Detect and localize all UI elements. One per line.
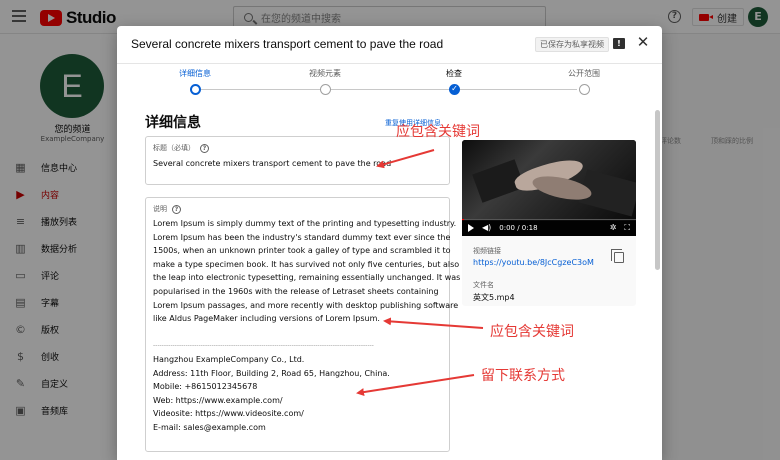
step-visibility-label[interactable]: 公开范围 bbox=[534, 68, 634, 79]
annotation-description-keywords: 应包含关键词 bbox=[490, 324, 574, 340]
description-line: like Aldus PageMaker including versions … bbox=[153, 314, 380, 324]
upload-stepper: 详细信息 视频元素 检查 公开范围 ✓ bbox=[117, 64, 662, 104]
filename-value: 英文5.mp4 bbox=[473, 293, 515, 302]
video-link-label: 视频链接 bbox=[473, 247, 501, 255]
video-frame bbox=[462, 140, 636, 220]
step-video-elements-dot[interactable] bbox=[320, 84, 331, 95]
volume-icon[interactable]: ◀) bbox=[482, 224, 491, 232]
description-text[interactable]: Lorem Ipsum is simply dummy text of the … bbox=[153, 217, 461, 435]
description-line: Lorem Ipsum has been the industry's stan… bbox=[153, 232, 451, 242]
video-player[interactable]: ◀) 0:00 / 0:18 ✲ ⛶ bbox=[462, 140, 636, 236]
contact-line: Address: 11th Floor, Building 2, Road 65… bbox=[153, 368, 390, 378]
step-visibility-dot[interactable] bbox=[579, 84, 590, 95]
player-controls: ◀) 0:00 / 0:18 ✲ ⛶ bbox=[462, 220, 636, 236]
annotation-contact-info: 留下联系方式 bbox=[481, 368, 565, 384]
fullscreen-icon[interactable]: ⛶ bbox=[624, 224, 630, 232]
contact-line: Web: https://www.example.com/ bbox=[153, 395, 283, 405]
step-checks-check-icon[interactable]: ✓ bbox=[449, 84, 460, 95]
title-input-value[interactable]: Several concrete mixers transport cement… bbox=[153, 159, 391, 168]
step-video-elements-label[interactable]: 视频元素 bbox=[275, 68, 375, 79]
description-field-label: 说明 ? bbox=[153, 204, 181, 214]
step-details-label[interactable]: 详细信息 bbox=[145, 68, 245, 79]
description-line: Lorem Ipsum passages, and more recently … bbox=[153, 300, 459, 310]
description-separator: ----------------------------------------… bbox=[153, 342, 374, 350]
description-field[interactable]: 说明 ? Lorem Ipsum is simply dummy text of… bbox=[145, 197, 461, 452]
title-field[interactable]: 标题（必填） ? Several concrete mixers transpo… bbox=[145, 136, 450, 185]
description-line: the leap into electronic typesetting, re… bbox=[153, 273, 461, 283]
feedback-icon[interactable]: ! bbox=[613, 38, 625, 49]
dialog-title: Several concrete mixers transport cement… bbox=[131, 37, 444, 51]
annotation-title-keywords: 应包含关键词 bbox=[396, 124, 480, 140]
video-link[interactable]: https://youtu.be/8JcCgzeC3oM bbox=[473, 258, 594, 267]
settings-gear-icon[interactable]: ✲ bbox=[610, 224, 617, 232]
description-line: Lorem Ipsum is simply dummy text of the … bbox=[153, 219, 457, 228]
play-icon[interactable] bbox=[468, 224, 474, 232]
contact-line: Videosite: https://www.videosite.com/ bbox=[153, 409, 304, 419]
step-details-dot[interactable] bbox=[190, 84, 201, 95]
copy-icon[interactable] bbox=[611, 249, 624, 263]
title-label-text: 标题（必填） bbox=[153, 144, 195, 152]
contact-line: E-mail: sales@example.com bbox=[153, 422, 266, 432]
section-title: 详细信息 bbox=[145, 115, 201, 131]
contact-line: Mobile: +8615012345678 bbox=[153, 382, 258, 392]
description-line: make a type specimen book. It has surviv… bbox=[153, 259, 460, 269]
title-field-label: 标题（必填） ? bbox=[153, 143, 209, 153]
filename-label: 文件名 bbox=[473, 281, 494, 289]
video-preview-card: ◀) 0:00 / 0:18 ✲ ⛶ 视频链接 https://youtu.be… bbox=[462, 140, 636, 306]
close-icon[interactable]: ✕ bbox=[636, 35, 650, 50]
contact-line: Hangzhou ExampleCompany Co., Ltd. bbox=[153, 354, 305, 364]
stepper-line bbox=[201, 89, 577, 90]
step-checks-label[interactable]: 检查 bbox=[404, 68, 504, 79]
upload-details-dialog: Several concrete mixers transport cement… bbox=[117, 26, 662, 460]
description-line: 1500s, when an unknown printer took a ga… bbox=[153, 246, 451, 256]
description-line: popularised in the 1960s with the releas… bbox=[153, 286, 439, 296]
dialog-scrollbar[interactable] bbox=[655, 110, 660, 270]
description-label-text: 说明 bbox=[153, 205, 167, 213]
help-icon[interactable]: ? bbox=[200, 143, 209, 153]
description-blank-line bbox=[153, 326, 449, 340]
help-icon[interactable]: ? bbox=[172, 204, 181, 214]
dialog-header: Several concrete mixers transport cement… bbox=[117, 26, 662, 64]
saved-status-badge: 已保存为私享视频 bbox=[535, 37, 609, 52]
video-time: 0:00 / 0:18 bbox=[499, 224, 538, 232]
